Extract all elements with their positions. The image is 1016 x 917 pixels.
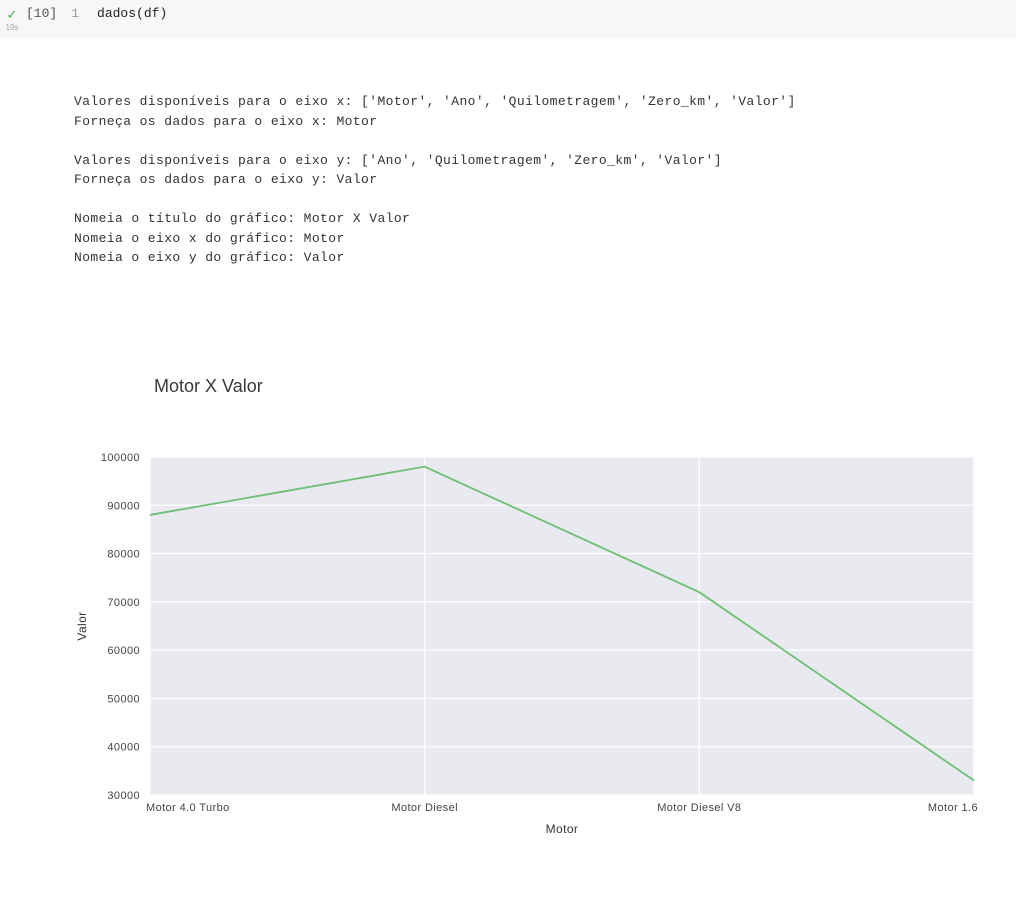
x-tick-label: Motor 1.6 xyxy=(928,802,978,814)
line-chart: 30000 40000 50000 60000 70000 80000 90000 10000… xyxy=(60,443,1000,839)
x-axis-label: Motor xyxy=(546,822,579,836)
cell-input-area[interactable]: ✓ 19s [10] 1 dados(df) xyxy=(0,0,1016,39)
y-tick-label: 50000 xyxy=(107,693,140,705)
success-check-icon: ✓ xyxy=(7,8,18,21)
y-tick-label: 100000 xyxy=(101,452,140,464)
cell-output-area: Valores disponíveis para o eixo x: ['Mot… xyxy=(0,39,1016,917)
plot-background xyxy=(150,457,974,795)
y-axis-label: Valor xyxy=(75,611,89,640)
x-tick-label: Motor Diesel V8 xyxy=(657,802,741,814)
notebook-cell: ✓ 19s [10] 1 dados(df) Valores disponíve… xyxy=(0,0,1016,917)
chart-title: Motor X Valor xyxy=(154,373,1016,400)
y-tick-label: 30000 xyxy=(107,790,140,802)
execution-time: 19s xyxy=(6,23,19,32)
code-content[interactable]: dados(df) xyxy=(97,6,167,21)
y-tick-label: 90000 xyxy=(107,500,140,512)
y-tick-label: 40000 xyxy=(107,742,140,754)
output-text: Valores disponíveis para o eixo x: ['Mot… xyxy=(74,92,1016,268)
y-tick-label: 70000 xyxy=(107,597,140,609)
x-tick-label: Motor Diesel xyxy=(391,802,458,814)
chart-container: Motor X Valor 30000 40000 50000 60000 70000 8… xyxy=(60,334,1016,878)
y-tick-label: 60000 xyxy=(107,645,140,657)
x-tick-label: Motor 4.0 Turbo xyxy=(146,802,230,814)
y-tick-label: 80000 xyxy=(107,549,140,561)
cell-gutter: ✓ 19s xyxy=(0,6,24,32)
line-number: 1 xyxy=(65,6,97,21)
execution-count: [10] xyxy=(24,6,65,21)
